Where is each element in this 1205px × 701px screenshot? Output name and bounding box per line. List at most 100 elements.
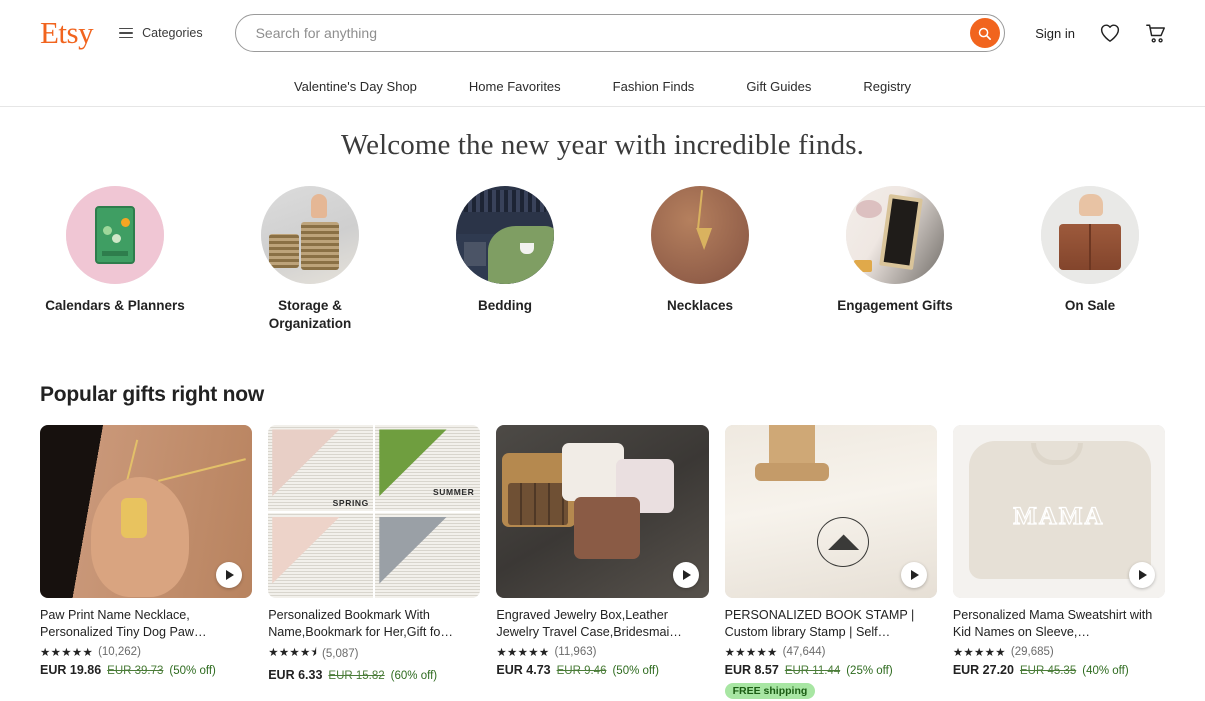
- categories-button[interactable]: Categories: [119, 26, 203, 40]
- product-rating: ★★★★★ (11,963): [496, 645, 708, 659]
- product-grid: Paw Print Name Necklace, Personalized Ti…: [40, 425, 1166, 699]
- current-price: EUR 6.33: [268, 667, 323, 682]
- category-thumbnail: [261, 186, 359, 284]
- discount-label: (40% off): [1082, 664, 1129, 677]
- category-item-necklaces[interactable]: Necklaces: [628, 186, 773, 333]
- category-item-calendars-planners[interactable]: Calendars & Planners: [43, 186, 188, 333]
- product-price: EUR 4.73 EUR 9.46 (50% off): [496, 663, 708, 677]
- review-count: (47,644): [782, 645, 826, 658]
- site-header: Etsy Categories Sign in: [0, 0, 1205, 66]
- review-count: (29,685): [1010, 645, 1054, 658]
- star-rating-icon: ★★★★★: [952, 646, 1006, 659]
- review-count: (11,963): [554, 645, 597, 658]
- search-submit-button[interactable]: [969, 18, 1000, 48]
- hero-title: Welcome the new year with incredible fin…: [341, 129, 864, 161]
- category-shortcuts: Calendars & Planners Storage & Organizat…: [0, 186, 1205, 333]
- bookmark-tile: [375, 512, 481, 599]
- necklace-illustration: [651, 186, 749, 284]
- original-price: EUR 45.35: [1019, 664, 1077, 677]
- nav-item-gift-guides[interactable]: Gift Guides: [746, 79, 811, 94]
- category-item-bedding[interactable]: Bedding: [433, 186, 578, 333]
- etsy-logo[interactable]: Etsy: [40, 17, 94, 50]
- original-price: EUR 39.73: [107, 664, 164, 677]
- search-bar: [234, 14, 1005, 52]
- bookmark-tile: [268, 512, 374, 599]
- product-rating: ★★★★★ (47,644): [725, 645, 937, 659]
- hamburger-icon: [119, 27, 134, 39]
- bookmark-photo-grid: SUMMER SPRING: [268, 425, 481, 599]
- product-card[interactable]: MAMA Personalized Mama Sweatshirt with K…: [952, 425, 1166, 698]
- product-title: Paw Print Name Necklace, Personalized Ti…: [40, 608, 207, 640]
- heart-icon: [1100, 24, 1120, 42]
- product-card[interactable]: Engraved Jewelry Box,Leather Jewelry Tra…: [496, 425, 709, 698]
- popular-gifts-section: Popular gifts right now Paw Print Name N…: [0, 383, 1205, 699]
- leather-bag-illustration: [1041, 186, 1139, 284]
- product-card[interactable]: PERSONALIZED BOOK STAMP | Custom library…: [724, 425, 937, 699]
- current-price: EUR 19.86: [40, 662, 102, 677]
- product-image[interactable]: [40, 425, 253, 599]
- product-title: Engraved Jewelry Box,Leather Jewelry Tra…: [496, 608, 682, 640]
- free-shipping-badge: FREE shipping: [724, 682, 816, 699]
- cart-icon: [1146, 24, 1165, 43]
- product-image[interactable]: MAMA: [952, 425, 1166, 599]
- product-rating: ★★★★⯨ (5,087): [268, 645, 480, 664]
- bedroom-illustration: [456, 186, 554, 284]
- category-thumbnail: [1041, 186, 1139, 284]
- product-price: EUR 19.86 EUR 39.73 (50% off): [40, 663, 252, 677]
- tile-label: SUMMER: [433, 486, 475, 497]
- original-price: EUR 9.46: [556, 664, 607, 677]
- star-rating-icon: ★★★★⯨: [268, 646, 318, 659]
- primary-nav: Valentine's Day Shop Home Favorites Fash…: [0, 66, 1205, 107]
- sweatshirt-graphic-text: MAMA: [1013, 503, 1105, 531]
- discount-label: (50% off): [612, 664, 659, 677]
- category-label: Storage & Organization: [268, 298, 352, 332]
- category-thumbnail: [456, 186, 554, 284]
- search-input[interactable]: [234, 14, 1005, 52]
- gift-box-illustration: [846, 186, 944, 284]
- current-price: EUR 8.57: [724, 662, 779, 677]
- nav-item-valentines[interactable]: Valentine's Day Shop: [294, 79, 417, 94]
- discount-label: (50% off): [169, 664, 216, 677]
- sign-in-link[interactable]: Sign in: [1035, 26, 1075, 41]
- hero-section: Welcome the new year with incredible fin…: [0, 107, 1205, 162]
- cart-button[interactable]: [1145, 23, 1167, 44]
- product-card[interactable]: Paw Print Name Necklace, Personalized Ti…: [40, 425, 253, 698]
- product-image[interactable]: [724, 425, 937, 599]
- review-count: (5,087): [322, 648, 359, 661]
- category-item-on-sale[interactable]: On Sale: [1018, 186, 1163, 333]
- nav-item-registry[interactable]: Registry: [863, 79, 911, 94]
- calendar-illustration: [66, 186, 164, 284]
- category-thumbnail: [66, 186, 164, 284]
- original-price: EUR 11.44: [784, 664, 841, 677]
- category-label: Engagement Gifts: [837, 298, 953, 313]
- header-actions: Sign in: [1035, 23, 1181, 44]
- play-video-button[interactable]: [672, 562, 699, 589]
- product-image[interactable]: SUMMER SPRING: [268, 425, 481, 599]
- discount-label: (25% off): [846, 664, 893, 677]
- original-price: EUR 15.82: [328, 669, 385, 682]
- product-card[interactable]: SUMMER SPRING Personalized Bookmark With…: [268, 425, 481, 698]
- tile-label: SPRING: [332, 498, 369, 509]
- bookmark-tile: SUMMER: [375, 425, 481, 511]
- current-price: EUR 27.20: [952, 662, 1014, 677]
- section-title: Popular gifts right now: [40, 383, 265, 407]
- star-rating-icon: ★★★★★: [724, 646, 778, 659]
- nav-item-home-favorites[interactable]: Home Favorites: [469, 79, 561, 94]
- star-rating-icon: ★★★★★: [496, 646, 550, 659]
- product-rating: ★★★★★ (29,685): [953, 645, 1165, 659]
- current-price: EUR 4.73: [496, 662, 551, 677]
- favorites-button[interactable]: [1099, 23, 1121, 43]
- category-item-storage-organization[interactable]: Storage & Organization: [238, 186, 383, 333]
- category-item-engagement-gifts[interactable]: Engagement Gifts: [823, 186, 968, 333]
- category-label: Necklaces: [666, 298, 734, 313]
- nav-item-fashion-finds[interactable]: Fashion Finds: [613, 79, 695, 94]
- category-label: Calendars & Planners: [45, 298, 185, 313]
- category-thumbnail: [846, 186, 944, 284]
- search-icon: [978, 27, 992, 40]
- product-title: PERSONALIZED BOOK STAMP | Custom library…: [724, 608, 915, 640]
- category-thumbnail: [651, 186, 749, 284]
- product-price: EUR 6.33 EUR 15.82 (60% off): [268, 668, 480, 682]
- product-price: EUR 27.20 EUR 45.35 (40% off): [953, 663, 1165, 677]
- product-image[interactable]: [496, 425, 709, 599]
- review-count: (10,262): [98, 645, 141, 658]
